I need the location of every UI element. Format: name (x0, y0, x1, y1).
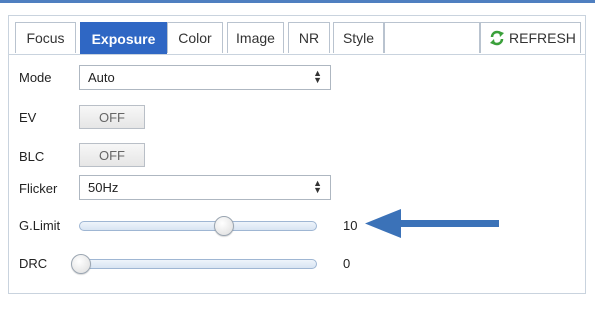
select-arrows-icon: ▲ ▼ (313, 68, 322, 85)
mode-select[interactable]: Auto ▲ ▼ (79, 65, 331, 90)
tab-focus[interactable]: Focus (15, 22, 76, 53)
drc-value: 0 (343, 256, 351, 271)
flicker-value: 50Hz (88, 180, 119, 195)
select-arrows-icon: ▲ ▼ (313, 178, 322, 195)
ev-label: EV (19, 110, 37, 125)
drc-label: DRC (19, 256, 48, 271)
refresh-icon (490, 30, 504, 46)
flicker-select[interactable]: 50Hz ▲ ▼ (79, 175, 331, 200)
tab-image[interactable]: Image (227, 22, 284, 53)
flicker-label: Flicker (19, 181, 58, 196)
mode-value: Auto (88, 70, 115, 85)
ev-toggle-button[interactable]: OFF (79, 105, 145, 129)
refresh-label: REFRESH (509, 30, 576, 46)
tab-style[interactable]: Style (333, 22, 384, 53)
tab-color[interactable]: Color (167, 22, 223, 53)
tab-bar: Focus Exposure Color Image NR Style REFR… (9, 16, 585, 55)
glimit-slider-handle[interactable] (213, 216, 234, 236)
arrow-left-icon (365, 209, 499, 238)
glimit-value: 10 (343, 218, 358, 233)
top-rule (0, 0, 595, 3)
blc-label: BLC (19, 149, 45, 164)
refresh-button[interactable]: REFRESH (480, 22, 581, 53)
glimit-slider-track[interactable] (79, 221, 317, 231)
tab-nr[interactable]: NR (288, 22, 330, 53)
glimit-label: G.Limit (19, 218, 61, 233)
drc-slider-track[interactable] (79, 259, 317, 269)
tab-spacer (384, 22, 480, 53)
drc-slider-handle[interactable] (71, 254, 91, 274)
exposure-settings-panel: Focus Exposure Color Image NR Style REFR… (8, 15, 586, 294)
mode-label: Mode (19, 70, 52, 85)
blc-toggle-button[interactable]: OFF (79, 143, 145, 167)
tab-exposure[interactable]: Exposure (80, 22, 167, 54)
